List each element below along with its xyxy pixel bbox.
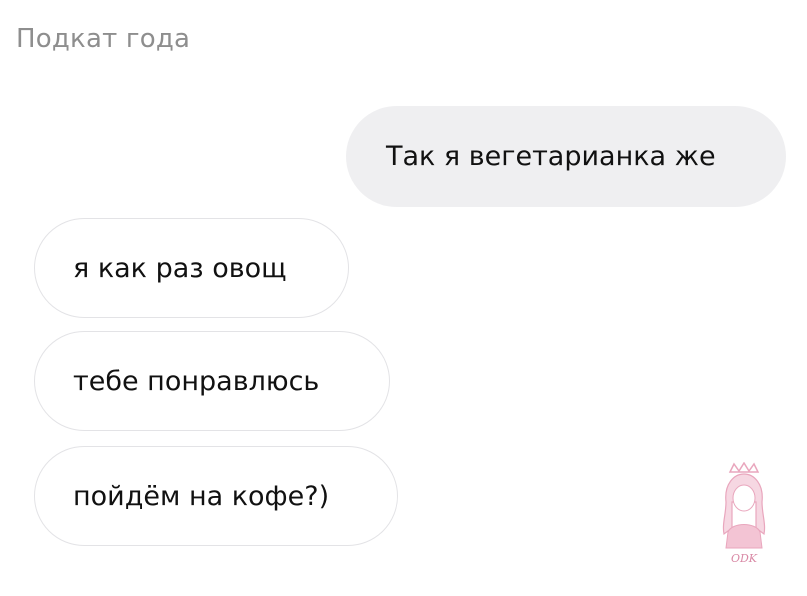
outgoing-message-bubble[interactable]: Так я вегетарианка же bbox=[346, 106, 786, 207]
watermark-logo: ODK bbox=[716, 461, 772, 574]
incoming-message-bubble[interactable]: тебе понравлюсь bbox=[34, 331, 390, 431]
girl-with-crown-icon: ODK bbox=[722, 461, 766, 565]
message-text: Так я вегетарианка же bbox=[386, 141, 716, 172]
message-text: пойдём на кофе?) bbox=[73, 480, 330, 512]
watermark-text: ODK bbox=[731, 552, 758, 565]
message-text: я как раз овощ bbox=[73, 252, 287, 284]
caption-title: Подкат года bbox=[16, 24, 191, 54]
incoming-message-bubble[interactable]: пойдём на кофе?) bbox=[34, 446, 398, 546]
message-text: тебе понравлюсь bbox=[73, 365, 320, 397]
incoming-message-bubble[interactable]: я как раз овощ bbox=[34, 218, 349, 318]
